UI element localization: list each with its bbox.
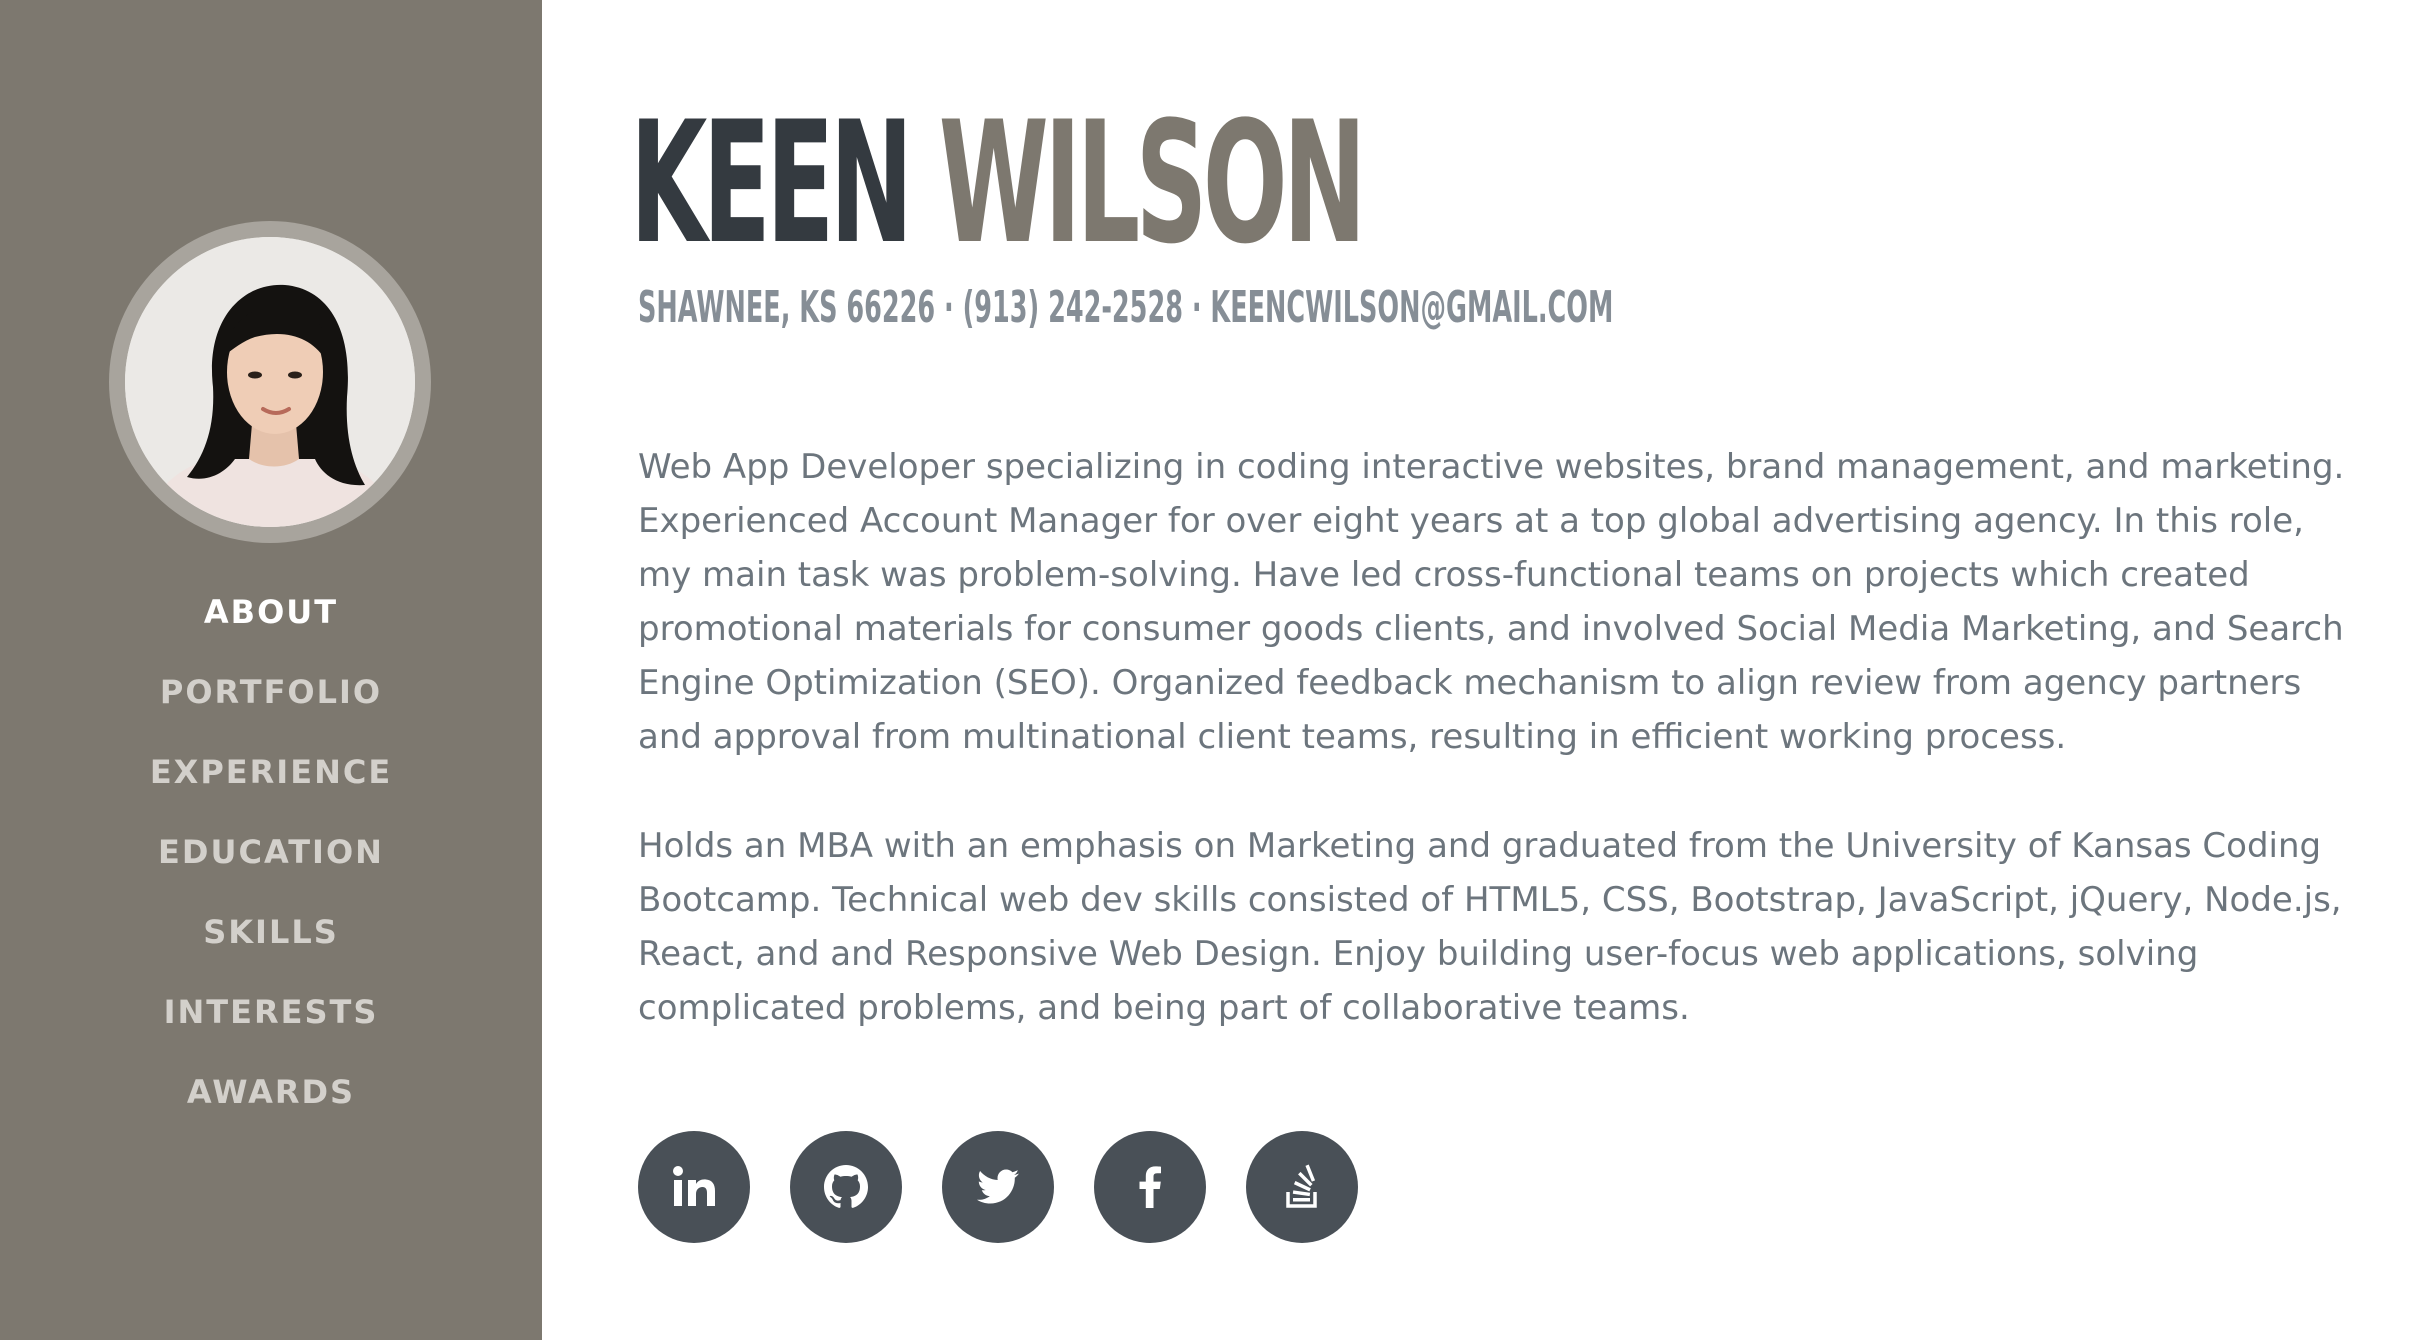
about-p1-line: my main task was problem-solving. Have l… <box>638 555 2250 595</box>
sidebar: ABOUT PORTFOLIO EXPERIENCE EDUCATION SKI… <box>0 0 542 1340</box>
about-p1-line: Web App Developer specializing in coding… <box>638 447 2345 487</box>
github-icon <box>824 1165 868 1208</box>
nav-item-awards[interactable]: AWARDS <box>0 1064 542 1144</box>
stack-overflow-button[interactable] <box>1246 1131 1358 1243</box>
about-paragraph-1: Web App Developer specializing in coding… <box>638 440 2358 764</box>
stack-overflow-icon <box>1286 1164 1317 1208</box>
nav-item-experience[interactable]: EXPERIENCE <box>0 744 542 824</box>
nav-item-about[interactable]: ABOUT <box>0 584 542 664</box>
nav-item-education[interactable]: EDUCATION <box>0 824 542 904</box>
linkedin-icon <box>673 1166 715 1206</box>
about-p2-line: complicated problems, and being part of … <box>638 988 1690 1028</box>
about-p2-line: Holds an MBA with an emphasis on Marketi… <box>638 826 2322 866</box>
nav-item-skills[interactable]: SKILLS <box>0 904 542 984</box>
profile-photo <box>125 237 415 527</box>
avatar[interactable] <box>125 237 415 527</box>
about-p2-line: React, and and Responsive Web Design. En… <box>638 934 2199 974</box>
nav-item-portfolio[interactable]: PORTFOLIO <box>0 664 542 744</box>
contact-line: SHAWNEE, KS 66226 · (913) 242-2528 · KEE… <box>638 282 1614 333</box>
facebook-button[interactable] <box>1094 1131 1206 1243</box>
about-p2-line: Bootcamp. Technical web dev skills consi… <box>638 880 2342 920</box>
linkedin-button[interactable] <box>638 1131 750 1243</box>
sidebar-nav: ABOUT PORTFOLIO EXPERIENCE EDUCATION SKI… <box>0 584 542 1144</box>
nav-item-interests[interactable]: INTERESTS <box>0 984 542 1064</box>
last-name: WILSON <box>938 85 1367 281</box>
about-p1-line: promotional materials for consumer goods… <box>638 609 2344 649</box>
facebook-icon <box>1139 1166 1161 1208</box>
page-title: KEEN WILSON <box>630 85 1367 281</box>
about-p1-line: Experienced Account Manager for over eig… <box>638 501 2304 541</box>
github-button[interactable] <box>790 1131 902 1243</box>
about-p1-line: and approval from multinational client t… <box>638 717 2067 757</box>
twitter-icon <box>977 1169 1019 1204</box>
about-paragraph-2: Holds an MBA with an emphasis on Marketi… <box>638 819 2358 1035</box>
avatar-ring <box>109 221 431 543</box>
first-name: KEEN <box>630 85 913 281</box>
social-icons <box>638 1131 1398 1243</box>
about-p1-line: Engine Optimization (SEO). Organized fee… <box>638 663 2302 703</box>
twitter-button[interactable] <box>942 1131 1054 1243</box>
